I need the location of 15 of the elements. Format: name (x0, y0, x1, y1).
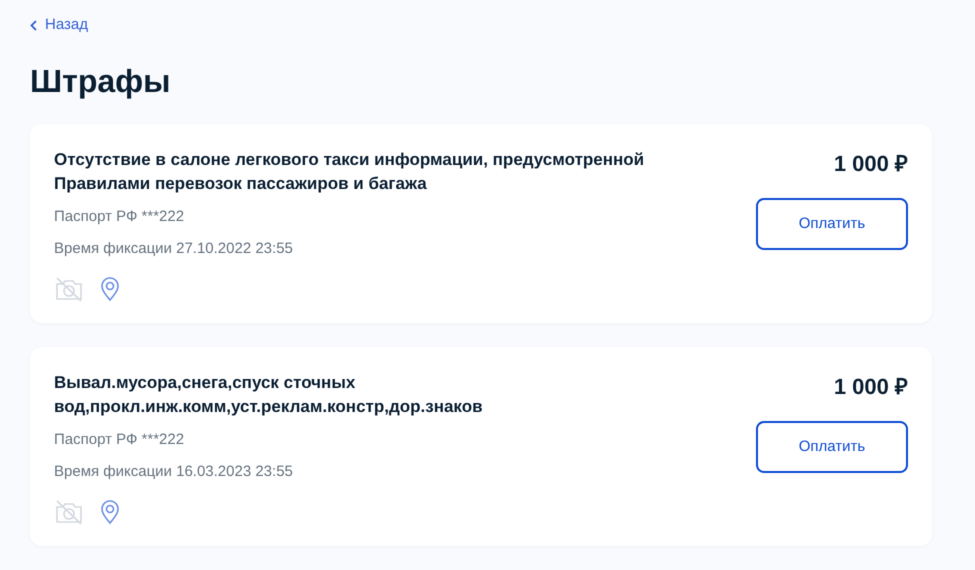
fine-amount: 1 000 ₽ (834, 372, 908, 401)
chevron-left-icon (30, 20, 37, 31)
fine-description: Отсутствие в салоне легкового такси информации, предусмотренной Правилами перевозок пассажиров и багажа (54, 148, 646, 195)
document-text: Паспорт РФ ***222 (54, 206, 186, 227)
location-pin-icon[interactable] (100, 276, 120, 302)
fixation-time: Время фиксации 27.10.2022 23:55 (54, 238, 294, 259)
fine-amount: 1 000 ₽ (834, 150, 908, 178)
fine-description: Вывал.мусора,снега,спуск сточных вод,прокл.инж.комм,уст.реклам.констр,дор.знаков (54, 372, 484, 418)
page-title: Штрафы (30, 62, 172, 101)
location-pin-icon[interactable] (100, 498, 120, 525)
pay-button[interactable]: Оплатить (756, 420, 908, 473)
document-text: Паспорт РФ ***222 (54, 430, 186, 450)
back-link[interactable]: Назад (30, 14, 88, 36)
fixation-time: Время фиксации 16.03.2023 23:55 (54, 462, 294, 482)
pay-button[interactable]: Оплатить (756, 198, 908, 250)
